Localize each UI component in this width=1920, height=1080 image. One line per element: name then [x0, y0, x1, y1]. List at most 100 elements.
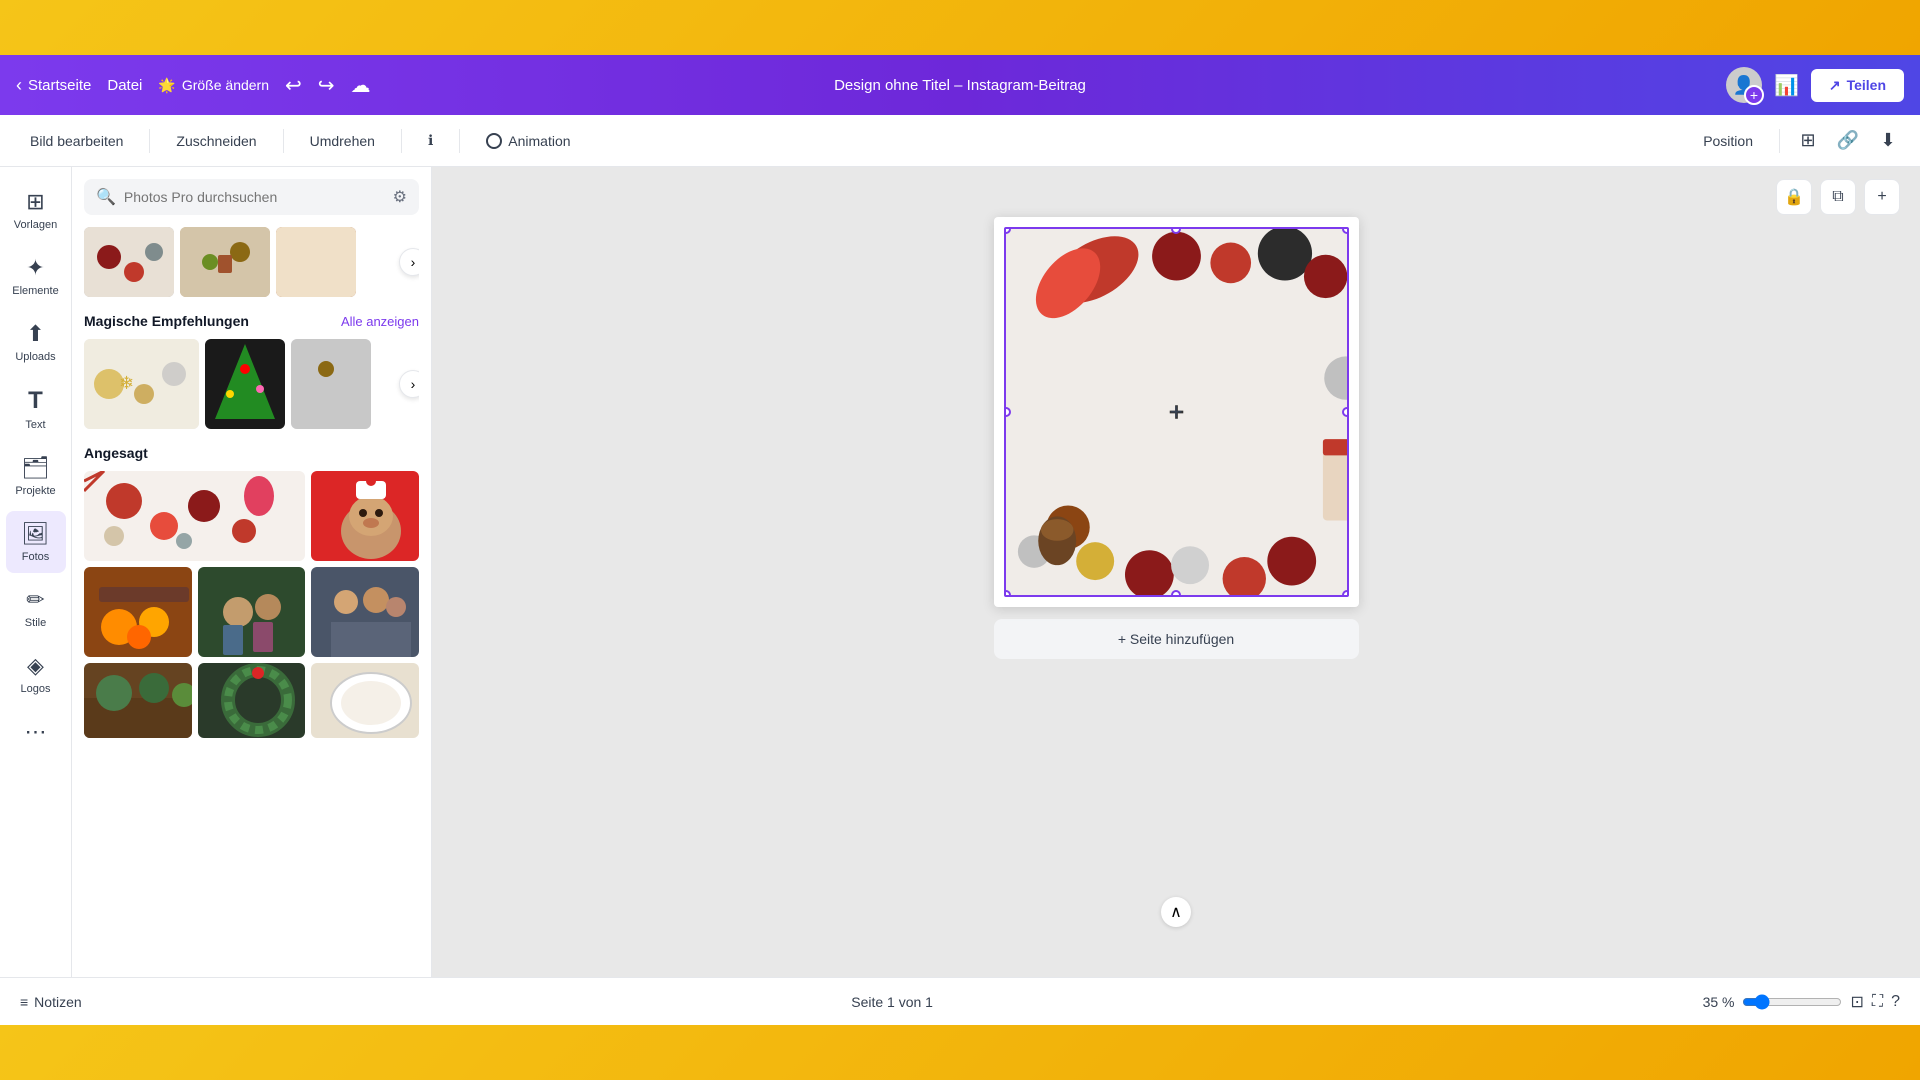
christmas-image-svg: [1006, 229, 1347, 595]
resize-handle-bl[interactable]: [1004, 590, 1011, 597]
magic-snowflakes: ❄: [84, 339, 199, 429]
text-icon: T: [28, 387, 43, 415]
duplicate-button[interactable]: ⧉: [1820, 179, 1856, 215]
notes-icon: ≡: [20, 994, 28, 1010]
left-sidebar: ⊞ Vorlagen ✦ Elemente ⬆ Uploads T Text 🗂…: [0, 167, 72, 977]
magic-christmas-tree: [205, 339, 285, 429]
sidebar-label-projekte: Projekte: [15, 485, 55, 497]
collapse-panel-button[interactable]: ∧: [1161, 897, 1191, 927]
sidebar-label-uploads: Uploads: [15, 351, 55, 363]
fit-page-button[interactable]: ⊡: [1850, 992, 1863, 1012]
share-icon: ↗: [1829, 77, 1841, 94]
divider-1: [149, 129, 150, 153]
fullscreen-button[interactable]: ⛶: [1872, 993, 1883, 1011]
trending-section-header: Angesagt: [84, 445, 419, 461]
link-icon-button[interactable]: 🔗: [1832, 125, 1864, 157]
thumb-festive: [180, 227, 270, 297]
magic-section-header: Magische Empfehlungen Alle anzeigen: [84, 313, 419, 329]
sidebar-item-fotos[interactable]: 🖼 Fotos: [6, 511, 66, 573]
thumb-christmas-ornaments: [84, 227, 174, 297]
sidebar-item-more[interactable]: ⋯: [6, 709, 66, 755]
add-section-button[interactable]: +: [1864, 179, 1900, 215]
magic-thumb-1[interactable]: ❄: [84, 339, 199, 429]
trending-photo-fruits[interactable]: [84, 567, 192, 657]
undo-button[interactable]: ↩: [285, 73, 302, 98]
lock-button[interactable]: 🔒: [1776, 179, 1812, 215]
resize-handle-mr[interactable]: [1342, 407, 1349, 417]
zoom-slider[interactable]: [1742, 994, 1842, 1010]
notes-button[interactable]: ≡ Notizen: [20, 994, 82, 1010]
gallery-thumb-2[interactable]: [180, 227, 270, 297]
animation-circle-icon: [486, 133, 502, 149]
search-bar[interactable]: 🔍 ⚙: [84, 179, 419, 215]
sidebar-label-text: Text: [25, 419, 45, 431]
home-button[interactable]: ‹ Startseite: [16, 75, 91, 96]
edit-image-button[interactable]: Bild bearbeiten: [16, 125, 137, 157]
trending-photo-family2[interactable]: [311, 567, 419, 657]
sidebar-item-logos[interactable]: ◈ Logos: [6, 643, 66, 705]
sun-icon: 🌟: [158, 77, 175, 94]
gallery-thumb-3[interactable]: [276, 227, 356, 297]
elements-icon: ✦: [26, 255, 44, 281]
trending-grid-1: [84, 471, 419, 561]
trending-photo-family[interactable]: [198, 567, 306, 657]
canvas-actions-bar: 🔒 ⧉ +: [1776, 179, 1900, 215]
search-input[interactable]: [124, 189, 385, 205]
sidebar-item-uploads[interactable]: ⬆ Uploads: [6, 311, 66, 373]
zoom-controls: 35 % ⊡ ⛶ ?: [1703, 992, 1900, 1012]
home-label: Startseite: [28, 77, 91, 94]
magic-gallery-next[interactable]: ›: [399, 370, 419, 398]
redo-button[interactable]: ↪: [318, 73, 335, 98]
grid-icon-button[interactable]: ⊞: [1792, 125, 1824, 157]
trending-pine-decor: [84, 663, 192, 738]
filter-icon[interactable]: ⚙: [393, 187, 407, 207]
cloud-icon: ☁: [351, 73, 371, 98]
flip-button[interactable]: Umdrehen: [296, 125, 389, 157]
position-button[interactable]: Position: [1689, 125, 1767, 157]
add-collaborator-icon: +: [1744, 85, 1764, 105]
show-all-link[interactable]: Alle anzeigen: [341, 314, 419, 329]
sidebar-item-text[interactable]: T Text: [6, 377, 66, 441]
trending-photo-dog[interactable]: [311, 471, 419, 561]
sidebar-item-projekte[interactable]: 🗂 Projekte: [6, 445, 66, 507]
selected-image-frame[interactable]: [1004, 227, 1349, 597]
sidebar-label-elemente: Elemente: [12, 285, 58, 297]
resize-button[interactable]: 🌟 Größe ändern: [158, 77, 269, 94]
trending-photo-christmas[interactable]: [84, 471, 305, 561]
help-button[interactable]: ?: [1891, 993, 1900, 1011]
magic-thumb-2[interactable]: [205, 339, 285, 429]
share-label: Teilen: [1847, 77, 1886, 93]
collapse-arrow-icon: ∧: [1170, 902, 1182, 922]
sidebar-item-stile[interactable]: ✏ Stile: [6, 577, 66, 639]
analytics-icon[interactable]: 📊: [1774, 73, 1799, 98]
sidebar-item-vorlagen[interactable]: ⊞ Vorlagen: [6, 179, 66, 241]
resize-handle-br[interactable]: [1342, 590, 1349, 597]
sidebar-label-fotos: Fotos: [22, 551, 50, 563]
trending-family2: [311, 567, 419, 657]
trending-family-forest: [198, 567, 306, 657]
crop-button[interactable]: Zuschneiden: [162, 125, 270, 157]
share-button[interactable]: ↗ Teilen: [1811, 69, 1904, 102]
avatar-button[interactable]: 👤 +: [1726, 67, 1762, 103]
gallery-thumb-1[interactable]: [84, 227, 174, 297]
sidebar-label-vorlagen: Vorlagen: [14, 219, 57, 231]
info-button[interactable]: ℹ: [414, 124, 447, 157]
animation-button[interactable]: Animation: [472, 125, 584, 157]
download-icon-button[interactable]: ⬇: [1872, 125, 1904, 157]
file-menu[interactable]: Datei: [107, 77, 142, 94]
add-page-button[interactable]: + Seite hinzufügen: [994, 619, 1359, 659]
sidebar-item-elemente[interactable]: ✦ Elemente: [6, 245, 66, 307]
trending-photo-plate[interactable]: [311, 663, 419, 738]
magic-pine-branch: [291, 339, 371, 429]
page-indicator: Seite 1 von 1: [851, 994, 933, 1010]
trending-photo-wreath[interactable]: [198, 663, 306, 738]
trending-photo-pine[interactable]: [84, 663, 192, 738]
magic-thumb-3[interactable]: [291, 339, 371, 429]
resize-label: Größe ändern: [182, 77, 269, 93]
bottom-toolbar: ≡ Notizen Seite 1 von 1 35 % ⊡ ⛶ ?: [0, 977, 1920, 1025]
styles-icon: ✏: [26, 587, 44, 613]
resize-handle-bm[interactable]: [1171, 590, 1181, 597]
canvas-area: 🔒 ⧉ +: [432, 167, 1920, 977]
gallery-scroll-next[interactable]: ›: [399, 248, 419, 276]
photos-icon: 🖼: [22, 521, 50, 547]
